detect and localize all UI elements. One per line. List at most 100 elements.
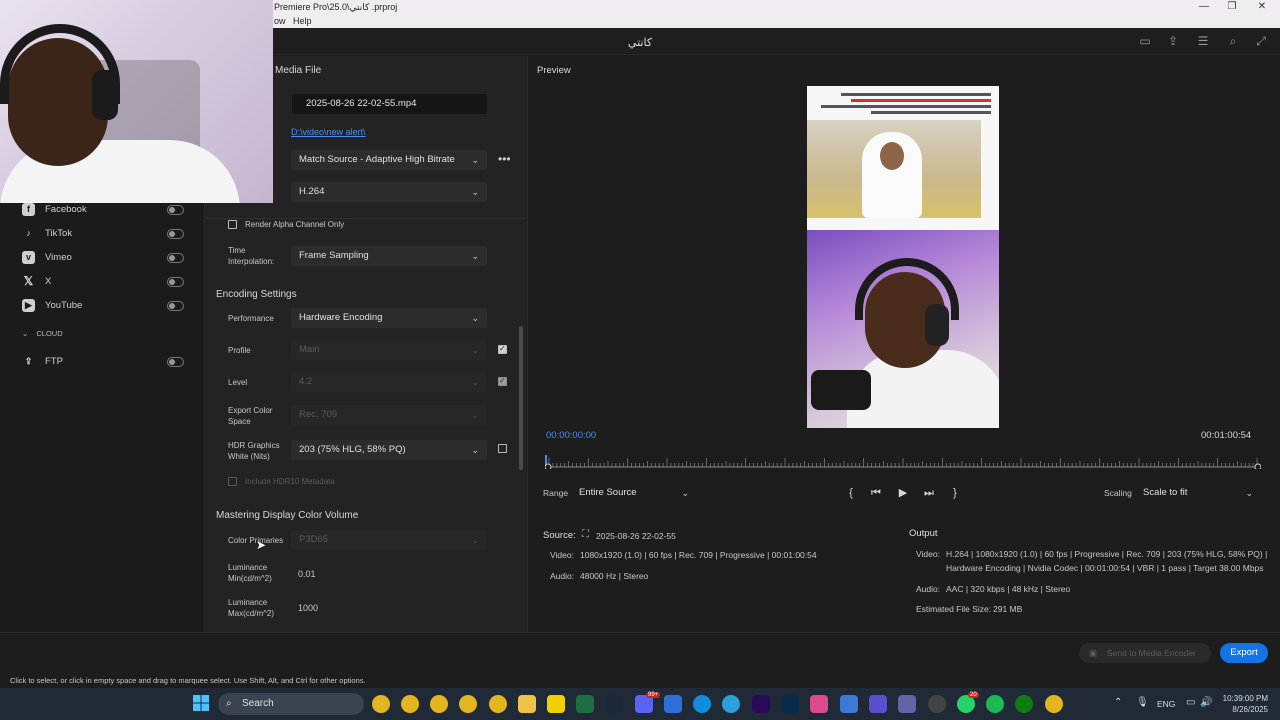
tweet-text	[811, 90, 995, 120]
panel-icon[interactable]: ▭	[1138, 34, 1152, 48]
premiere-pro-icon[interactable]	[752, 695, 770, 713]
preview-heading: Preview	[537, 65, 571, 76]
step-back-icon[interactable]: ⏮	[869, 486, 883, 500]
network-icon[interactable]: ▭	[1186, 697, 1195, 708]
chrome-icon[interactable]	[401, 695, 419, 713]
chrome-icon[interactable]	[489, 695, 507, 713]
taskbar-search[interactable]: ⌕ Search	[218, 693, 364, 715]
level-label: Level	[228, 378, 248, 387]
chrome-icon[interactable]	[372, 695, 390, 713]
chrome-icon[interactable]	[430, 695, 448, 713]
clock-date[interactable]: 8/26/2025	[1222, 705, 1268, 714]
settings-scrollbar[interactable]	[519, 326, 523, 470]
location-link[interactable]: D:\video\new alert\	[291, 127, 366, 137]
app-icon[interactable]	[664, 695, 682, 713]
level-auto-checkbox[interactable]	[498, 376, 507, 386]
luminance-max-label: Luminance Max(cd/m^2)	[228, 598, 274, 618]
chrome-icon[interactable]	[459, 695, 477, 713]
app-icon[interactable]	[810, 695, 828, 713]
menu-item-help[interactable]: Help	[293, 16, 312, 26]
app-icon[interactable]	[869, 695, 887, 713]
timecode-current[interactable]: 00:00:00:00	[546, 430, 596, 441]
performance-select[interactable]: Hardware Encoding ⌄	[291, 308, 487, 328]
profile-select[interactable]: Main ⌄	[291, 340, 487, 360]
mark-out-icon[interactable]: }	[948, 486, 962, 500]
chevron-down-icon: ⌄	[471, 535, 479, 545]
teams-icon[interactable]	[898, 695, 916, 713]
output-video-line2: Hardware Encoding | Nvidia Codec | 00:01…	[946, 563, 1264, 573]
range-label: Range	[543, 488, 569, 498]
step-forward-icon[interactable]: ⏭	[922, 486, 936, 500]
close-icon[interactable]: ✕	[1246, 0, 1278, 15]
chrome-icon[interactable]	[1045, 695, 1063, 713]
hdr-white-checkbox[interactable]	[498, 444, 507, 453]
app-icon[interactable]	[547, 695, 565, 713]
steam-icon[interactable]	[605, 695, 623, 713]
clock-time[interactable]: 10:39:00 PM	[1222, 694, 1268, 703]
youtube-toggle[interactable]	[167, 301, 184, 311]
edge-icon[interactable]	[693, 695, 711, 713]
youtube-icon: ▶	[22, 299, 35, 312]
menu-item-window[interactable]: ow	[274, 16, 286, 26]
level-value: 4.2	[299, 376, 313, 387]
send-to-media-encoder-button[interactable]: ▣ Send to Media Encoder	[1079, 643, 1211, 663]
destination-ftp[interactable]: ⇪ FTP	[22, 353, 192, 371]
maximize-icon[interactable]: ❐	[1216, 0, 1248, 15]
chevron-down-icon: ⌄	[471, 377, 479, 387]
microphone-icon[interactable]: 🎙	[1136, 697, 1149, 708]
upload-icon: ⇪	[24, 356, 33, 366]
mark-in-icon[interactable]: {	[844, 486, 858, 500]
render-alpha-checkbox[interactable]	[228, 220, 237, 229]
vimeo-icon: v	[22, 251, 35, 264]
range-select[interactable]: Entire Source ⌄	[571, 483, 697, 503]
hdr-white-select[interactable]: 203 (75% HLG, 58% PQ) ⌄	[291, 440, 487, 460]
destination-facebook[interactable]: f Facebook	[22, 201, 192, 219]
export-button[interactable]: Export	[1220, 643, 1268, 663]
preset-select[interactable]: Match Source - Adaptive High Bitrate ⌄	[291, 150, 487, 170]
scaling-select[interactable]: Scale to fit ⌄	[1135, 483, 1261, 503]
file-explorer-icon[interactable]	[518, 695, 536, 713]
time-interp-select[interactable]: Frame Sampling ⌄	[291, 246, 487, 266]
export-color-space-select[interactable]: Rec. 709 ⌄	[291, 405, 487, 425]
telegram-icon[interactable]	[722, 695, 740, 713]
spotify-icon[interactable]	[986, 695, 1004, 713]
sequence-icon: ⛶	[582, 529, 589, 540]
hdr10-checkbox[interactable]	[228, 477, 237, 486]
source-video-label: Video:	[550, 550, 574, 560]
file-name-input[interactable]: 2025-08-26 22-02-55.mp4	[292, 94, 487, 114]
destination-tiktok[interactable]: ♪ TikTok	[22, 225, 192, 243]
language-indicator[interactable]: ENG	[1157, 699, 1175, 709]
fullscreen-icon[interactable]: ⤢	[1254, 34, 1268, 48]
vimeo-toggle[interactable]	[167, 253, 184, 263]
volume-icon[interactable]: 🔊	[1200, 697, 1212, 708]
more-options-icon[interactable]: •••	[498, 152, 511, 166]
app-icon[interactable]	[840, 695, 858, 713]
source-audio-info: 48000 Hz | Stereo	[580, 571, 649, 581]
profile-auto-checkbox[interactable]	[498, 344, 507, 354]
timeline-ruler[interactable]	[545, 455, 1261, 469]
photoshop-icon[interactable]	[781, 695, 799, 713]
share-icon[interactable]: ⇪	[1166, 34, 1180, 48]
xbox-icon[interactable]	[1015, 695, 1033, 713]
destination-youtube[interactable]: ▶ YouTube	[22, 297, 192, 315]
ftp-toggle[interactable]	[167, 357, 184, 367]
level-select[interactable]: 4.2 ⌄	[291, 372, 487, 392]
facebook-toggle[interactable]	[167, 205, 184, 215]
x-toggle[interactable]	[167, 277, 184, 287]
luminance-min-value[interactable]: 0.01	[298, 569, 316, 579]
destination-x[interactable]: 𝕏 X	[22, 273, 192, 291]
color-primaries-select[interactable]: P3D65 ⌄	[291, 530, 487, 550]
chevron-up-icon[interactable]: ⌃	[1114, 697, 1122, 708]
menu-icon[interactable]: ☰	[1196, 34, 1210, 48]
play-icon[interactable]: ▶	[896, 486, 910, 500]
destination-vimeo[interactable]: v Vimeo	[22, 249, 192, 267]
excel-icon[interactable]	[576, 695, 594, 713]
cloud-section-toggle[interactable]: ⌄ CLOUD	[22, 329, 63, 338]
format-select[interactable]: H.264 ⌄	[291, 182, 487, 202]
windows-start-icon[interactable]	[193, 695, 209, 711]
luminance-max-value[interactable]: 1000	[298, 603, 318, 613]
search-icon[interactable]: ⌕	[1226, 34, 1240, 48]
person-face	[880, 142, 904, 170]
app-icon[interactable]	[928, 695, 946, 713]
tiktok-toggle[interactable]	[167, 229, 184, 239]
